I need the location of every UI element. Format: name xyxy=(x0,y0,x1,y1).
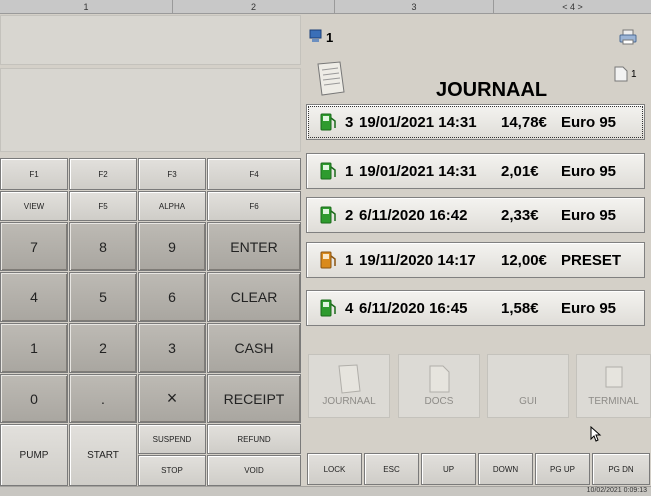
key-1[interactable]: 1 xyxy=(0,323,68,373)
status-timestamp: 10/02/2021 0:09:13 xyxy=(586,487,647,494)
fuel-pump-orange-icon xyxy=(320,251,336,269)
view-key[interactable]: VIEW xyxy=(0,191,68,221)
start-key[interactable]: START xyxy=(69,424,137,486)
transaction-amount: 2,01€ xyxy=(501,162,539,180)
multiply-key[interactable]: × xyxy=(138,374,206,423)
key-6[interactable]: 6 xyxy=(138,272,206,322)
void-key[interactable]: VOID xyxy=(207,455,301,486)
docs-tile-label: DOCS xyxy=(424,396,454,407)
pump-number: 4 xyxy=(345,299,354,317)
cash-key[interactable]: CASH xyxy=(207,323,301,373)
ruler-segment-3: 3 xyxy=(335,0,494,14)
receipt-scroll-icon xyxy=(338,364,361,394)
docs-tile[interactable]: DOCS xyxy=(398,354,480,418)
transaction-datetime: 19/11/2020 14:17 xyxy=(359,251,476,269)
f2-key[interactable]: F2 xyxy=(69,158,137,190)
f4-key[interactable]: F4 xyxy=(207,158,301,190)
enter-key[interactable]: ENTER xyxy=(207,222,301,271)
key-2[interactable]: 2 xyxy=(69,323,137,373)
journal-row[interactable]: 3 19/01/2021 14:31 14,78€ Euro 95 xyxy=(306,104,645,140)
transaction-amount: 2,33€ xyxy=(501,206,539,224)
f5-key[interactable]: F5 xyxy=(69,191,137,221)
key-4[interactable]: 4 xyxy=(0,272,68,322)
page-up-button[interactable]: PG UP xyxy=(535,453,590,485)
fuel-pump-green-icon xyxy=(320,113,336,131)
fuel-grade: Euro 95 xyxy=(561,162,617,180)
journal-row[interactable]: 1 19/01/2021 14:31 2,01€ Euro 95 xyxy=(306,153,645,189)
journaal-tile[interactable]: JOURNAAL xyxy=(308,354,390,418)
fuel-grade: Euro 95 xyxy=(561,113,617,131)
key-3[interactable]: 3 xyxy=(138,323,206,373)
terminal-number: 1 xyxy=(326,30,334,45)
document-count: 1 xyxy=(631,69,637,80)
pump-key[interactable]: PUMP xyxy=(0,424,68,486)
page-down-button[interactable]: PG DN xyxy=(592,453,650,485)
transaction-amount: 12,00€ xyxy=(501,251,547,269)
left-middle-panel xyxy=(0,68,301,152)
stop-key[interactable]: STOP xyxy=(138,455,206,486)
up-button[interactable]: UP xyxy=(421,453,476,485)
transaction-amount: 14,78€ xyxy=(501,113,547,131)
refund-key[interactable]: REFUND xyxy=(207,424,301,454)
fuel-grade: Euro 95 xyxy=(561,206,617,224)
pump-number: 3 xyxy=(345,113,354,131)
ruler-segment-2: 2 xyxy=(173,0,335,14)
key-0[interactable]: 0 xyxy=(0,374,68,423)
key-9[interactable]: 9 xyxy=(138,222,206,271)
fuel-grade: Euro 95 xyxy=(561,299,617,317)
fuel-pump-green-icon xyxy=(320,206,336,224)
gui-tile-label: GUI xyxy=(519,396,537,407)
alpha-key[interactable]: ALPHA xyxy=(138,191,206,221)
key-5[interactable]: 5 xyxy=(69,272,137,322)
terminal-computer-icon xyxy=(309,29,322,42)
key-7[interactable]: 7 xyxy=(0,222,68,271)
transaction-amount: 1,58€ xyxy=(501,299,539,317)
journal-row[interactable]: 4 6/11/2020 16:45 1,58€ Euro 95 xyxy=(306,290,645,326)
suspend-key[interactable]: SUSPEND xyxy=(138,424,206,454)
lock-button[interactable]: LOCK xyxy=(307,453,362,485)
top-ruler: 1 2 3 < 4 > xyxy=(0,0,651,14)
terminal-tile[interactable]: TERMINAL xyxy=(576,354,651,418)
terminal-icon xyxy=(605,366,622,388)
f6-key[interactable]: F6 xyxy=(207,191,301,221)
down-button[interactable]: DOWN xyxy=(478,453,533,485)
journal-row[interactable]: 2 6/11/2020 16:42 2,33€ Euro 95 xyxy=(306,197,645,233)
gui-tile[interactable]: GUI xyxy=(487,354,569,418)
journal-row[interactable]: 1 19/11/2020 14:17 12,00€ PRESET xyxy=(306,242,645,278)
f3-key[interactable]: F3 xyxy=(138,158,206,190)
ruler-segment-4[interactable]: < 4 > xyxy=(494,0,651,14)
fuel-pump-green-icon xyxy=(320,162,336,180)
status-bar: 10/02/2021 0:09:13 xyxy=(0,486,651,496)
ruler-segment-1: 1 xyxy=(0,0,173,14)
receipt-scroll-icon xyxy=(317,61,345,96)
fuel-pump-green-icon xyxy=(320,299,336,317)
page-title: JOURNAAL xyxy=(436,79,548,101)
journaal-tile-label: JOURNAAL xyxy=(322,396,376,407)
terminal-tile-label: TERMINAL xyxy=(588,396,639,407)
f1-key[interactable]: F1 xyxy=(0,158,68,190)
printer-icon[interactable] xyxy=(618,28,638,46)
transaction-datetime: 6/11/2020 16:45 xyxy=(359,299,468,317)
pump-number: 1 xyxy=(345,162,354,180)
transaction-datetime: 6/11/2020 16:42 xyxy=(359,206,468,224)
fuel-grade: PRESET xyxy=(561,251,622,269)
left-top-panel xyxy=(0,15,301,65)
pump-number: 1 xyxy=(345,251,354,269)
document-icon xyxy=(614,66,628,82)
key-8[interactable]: 8 xyxy=(69,222,137,271)
transaction-datetime: 19/01/2021 14:31 xyxy=(359,162,477,180)
transaction-datetime: 19/01/2021 14:31 xyxy=(359,113,477,131)
receipt-key[interactable]: RECEIPT xyxy=(207,374,301,423)
decimal-key[interactable]: . xyxy=(69,374,137,423)
mouse-cursor-icon xyxy=(590,426,602,442)
pump-number: 2 xyxy=(345,206,354,224)
document-icon xyxy=(429,365,450,393)
esc-button[interactable]: ESC xyxy=(364,453,419,485)
clear-key[interactable]: CLEAR xyxy=(207,272,301,322)
